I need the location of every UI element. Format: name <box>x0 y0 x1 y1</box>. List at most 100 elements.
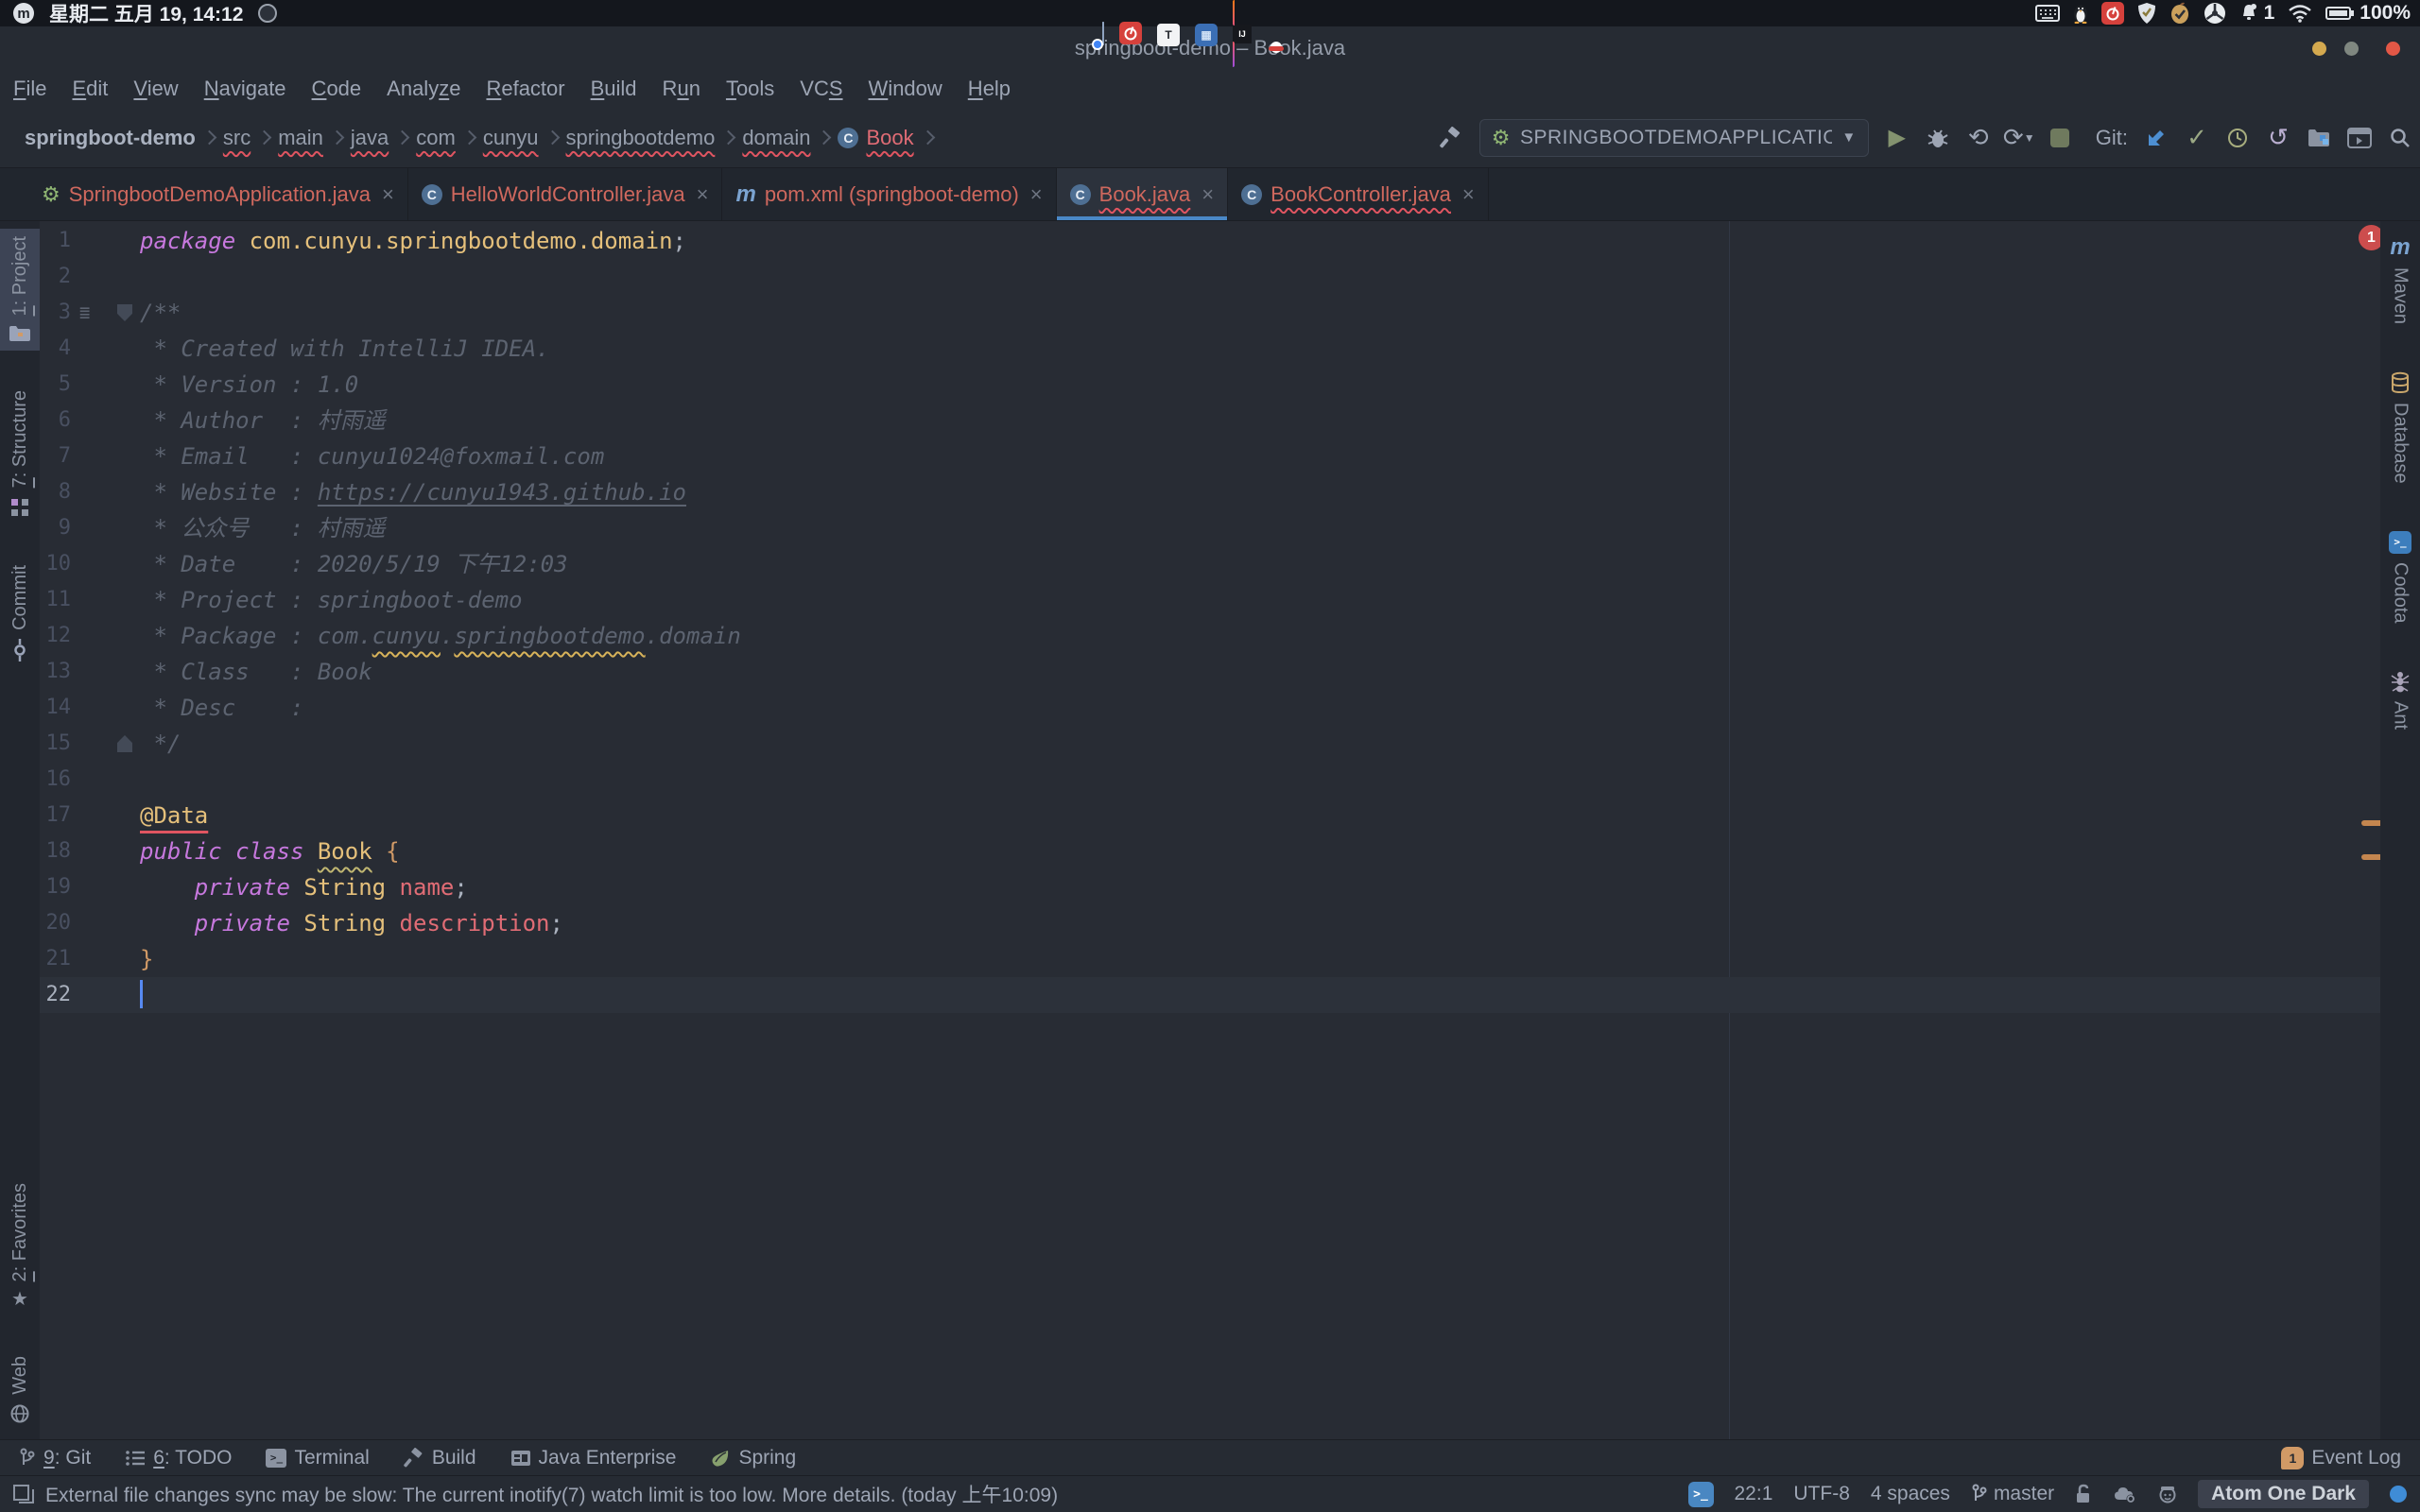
mint-menu-icon[interactable]: m <box>13 3 34 24</box>
taskbar-item[interactable]: T <box>1157 22 1180 46</box>
close-icon[interactable]: × <box>1462 182 1475 207</box>
tray-item[interactable] <box>2325 6 2354 21</box>
theme-name-widget[interactable]: Atom One Dark <box>2198 1480 2369 1508</box>
breadcrumb-item-springbootdemo[interactable]: springbootdemo <box>566 126 716 150</box>
code-line[interactable]: 13 * Class : Book <box>40 654 2380 690</box>
sync-cloud-icon[interactable] <box>2113 1485 2137 1503</box>
tray-item[interactable] <box>2204 2 2226 25</box>
menu-item-run[interactable]: Run <box>663 77 700 101</box>
editor[interactable]: 1package com.cunyu.springbootdemo.domain… <box>40 221 2380 1439</box>
menu-item-view[interactable]: View <box>133 77 178 101</box>
warning-stripe-mark[interactable] <box>2361 820 2380 826</box>
menu-item-tools[interactable]: Tools <box>726 77 774 101</box>
taskbar-item[interactable]: IJ <box>1233 2 1252 66</box>
code-line[interactable]: 7 * Email : cunyu1024@foxmail.com <box>40 438 2380 474</box>
background-task-icon[interactable]: >_ <box>1688 1482 1714 1507</box>
fold-marker-icon[interactable] <box>117 735 132 752</box>
menu-item-file[interactable]: File <box>13 77 46 101</box>
toolwindow-button-spring[interactable]: Spring <box>710 1447 796 1469</box>
menu-item-code[interactable]: Code <box>312 77 362 101</box>
taskbar-item[interactable]: ▦ <box>1195 22 1218 46</box>
tab-book-java[interactable]: CBook.java× <box>1057 168 1228 220</box>
indent-setting[interactable]: 4 spaces <box>1871 1483 1950 1505</box>
menu-item-refactor[interactable]: Refactor <box>486 77 564 101</box>
tab-bookcontroller-java[interactable]: CBookController.java× <box>1228 168 1489 220</box>
toolwindow-button-9-git[interactable]: 9: Git <box>19 1447 91 1469</box>
menu-item-vcs[interactable]: VCS <box>800 77 842 101</box>
menu-item-analyze[interactable]: Analyze <box>387 77 460 101</box>
tab-springbootdemoapplication-java[interactable]: ⚙SpringbootDemoApplication.java× <box>28 168 408 220</box>
tray-item[interactable] <box>2035 4 2060 23</box>
code-line[interactable]: 1package com.cunyu.springbootdemo.domain… <box>40 223 2380 259</box>
code-line[interactable]: 11 * Project : springboot-demo <box>40 582 2380 618</box>
sidebar-item-1-project[interactable]: 1: Project <box>0 229 40 351</box>
tray-item[interactable] <box>2239 3 2258 24</box>
menu-item-edit[interactable]: Edit <box>72 77 108 101</box>
code-line[interactable]: 19 private String name; <box>40 869 2380 905</box>
system-clock[interactable]: 星期二 五月 19, 14:12 <box>49 0 243 27</box>
run-configuration-select[interactable]: ⚙ SPRINGBOOTDEMOAPPLICATION ▼ <box>1479 119 1869 157</box>
sidebar-item-ant[interactable]: Ant <box>2380 662 2420 737</box>
code-area[interactable]: 1package com.cunyu.springbootdemo.domain… <box>40 223 2380 1013</box>
event-log-button[interactable]: 1 Event Log <box>2281 1447 2401 1469</box>
tab-helloworldcontroller-java[interactable]: CHelloWorldController.java× <box>408 168 723 220</box>
code-line[interactable]: 21} <box>40 941 2380 977</box>
code-line[interactable]: 14 * Desc : <box>40 690 2380 726</box>
unlock-icon[interactable] <box>2075 1484 2092 1504</box>
tab-pom-xml-springboot-demo-[interactable]: mpom.xml (springboot-demo)× <box>722 168 1056 220</box>
minimize-button[interactable] <box>2312 42 2326 56</box>
code-line[interactable]: 8 * Website : https://cunyu1943.github.i… <box>40 474 2380 510</box>
rollback-icon[interactable]: ↺ <box>2266 126 2290 150</box>
caret-position[interactable]: 22:1 <box>1735 1483 1773 1505</box>
code-line[interactable]: 10 * Date : 2020/5/19 下午12:03 <box>40 546 2380 582</box>
code-line[interactable]: 6 * Author : 村雨遥 <box>40 403 2380 438</box>
warning-stripe-mark[interactable] <box>2361 854 2380 860</box>
git-branch-widget[interactable]: master <box>1971 1483 2054 1505</box>
changed-files-icon[interactable] <box>2307 126 2331 150</box>
toolwindow-button-build[interactable]: Build <box>404 1447 476 1469</box>
run-button[interactable]: ▶ <box>1885 126 1910 150</box>
commit-check-icon[interactable]: ✓ <box>2185 126 2209 150</box>
code-line[interactable]: 2 <box>40 259 2380 295</box>
breadcrumb-item-src[interactable]: src <box>223 126 251 150</box>
update-project-icon[interactable] <box>2144 126 2169 150</box>
stop-button[interactable] <box>2048 126 2072 150</box>
code-line[interactable]: 20 private String description; <box>40 905 2380 941</box>
sidebar-item-database[interactable]: Database <box>2380 364 2420 491</box>
breadcrumb-item-java[interactable]: java <box>351 126 389 150</box>
sidebar-item-commit[interactable]: Commit <box>0 558 40 669</box>
build-hammer-icon[interactable] <box>1439 126 1463 150</box>
tray-item[interactable] <box>2137 2 2156 25</box>
tray-item[interactable] <box>2073 3 2088 24</box>
search-icon[interactable] <box>2388 126 2412 150</box>
taskbar-item[interactable] <box>1119 22 1142 46</box>
sidebar-item-maven[interactable]: mMaven <box>2380 229 2420 332</box>
menu-item-navigate[interactable]: Navigate <box>204 77 286 101</box>
debug-button[interactable] <box>1926 126 1950 150</box>
breadcrumb-item-book[interactable]: CBook <box>838 126 913 150</box>
code-line[interactable]: 4 * Created with IntelliJ IDEA. <box>40 331 2380 367</box>
profiler-button[interactable]: ⟲ <box>1966 126 1991 150</box>
maximize-button[interactable] <box>2344 42 2359 56</box>
breadcrumb-item-springboot-demo[interactable]: springboot-demo <box>25 126 196 150</box>
fold-marker-icon[interactable] <box>117 304 132 321</box>
file-encoding[interactable]: UTF-8 <box>1793 1483 1850 1505</box>
status-message[interactable]: External file changes sync may be slow: … <box>13 1480 1058 1508</box>
breadcrumb-item-com[interactable]: com <box>416 126 456 150</box>
notification-dot[interactable] <box>2390 1486 2407 1503</box>
code-line[interactable]: 22 <box>40 977 2380 1013</box>
code-line[interactable]: 5 * Version : 1.0 <box>40 367 2380 403</box>
panel-run-icon[interactable] <box>2347 126 2372 150</box>
code-line[interactable]: 15 */ <box>40 726 2380 762</box>
breadcrumb-item-cunyu[interactable]: cunyu <box>483 126 539 150</box>
error-count-badge[interactable]: 1 <box>2359 225 2380 250</box>
close-icon[interactable]: × <box>1030 182 1043 207</box>
code-line[interactable]: 9 * 公众号 : 村雨遥 <box>40 510 2380 546</box>
sidebar-item-codota[interactable]: >_Codota <box>2380 524 2420 631</box>
menu-item-window[interactable]: Window <box>869 77 942 101</box>
code-line[interactable]: 18public class Book { <box>40 833 2380 869</box>
breadcrumb-item-domain[interactable]: domain <box>742 126 810 150</box>
close-icon[interactable]: × <box>1201 182 1214 207</box>
tray-item[interactable] <box>2169 2 2190 25</box>
coverage-button[interactable]: ⟳▼ <box>2007 126 2031 150</box>
